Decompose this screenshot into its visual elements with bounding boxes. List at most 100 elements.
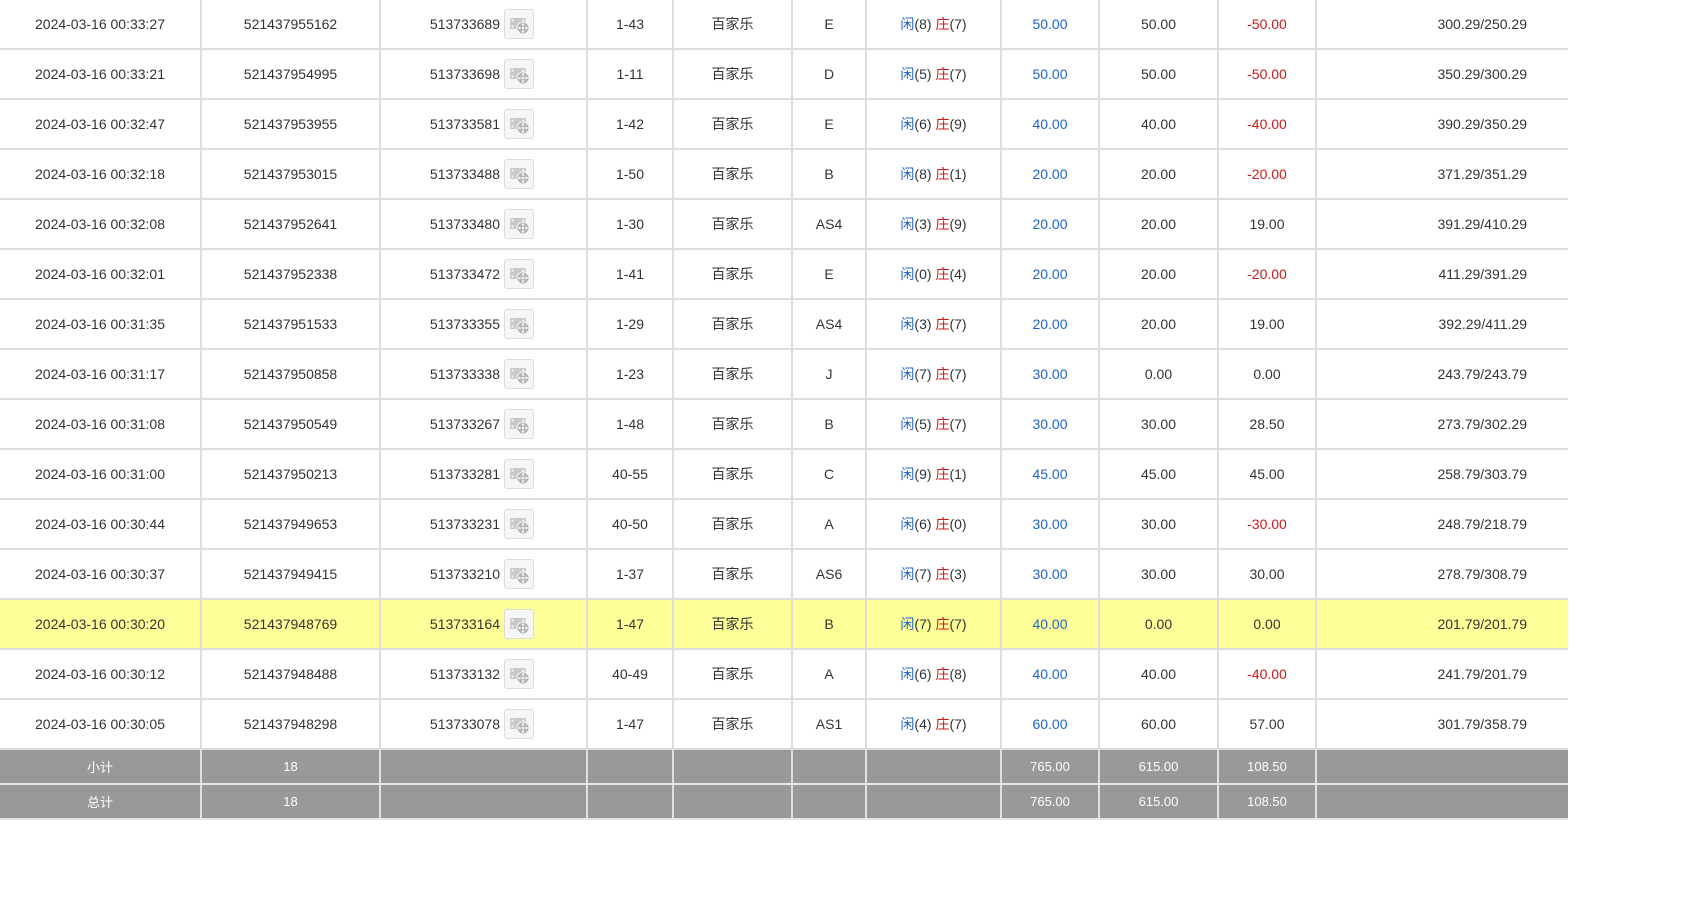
bet-time: 2024-03-16 00:31:00 bbox=[0, 449, 202, 500]
result-text: 闲(9) 庄(1) bbox=[900, 464, 966, 484]
film-reel-icon[interactable] bbox=[504, 359, 534, 389]
film-reel-icon[interactable] bbox=[504, 459, 534, 489]
film-reel-icon[interactable] bbox=[504, 209, 534, 239]
result-cell: 闲(8) 庄(7) bbox=[866, 0, 1002, 50]
bet-area: B bbox=[792, 399, 867, 450]
player-label: 闲 bbox=[900, 566, 915, 582]
player-score: (3) bbox=[914, 316, 932, 332]
film-reel-icon[interactable] bbox=[504, 409, 534, 439]
game-type: 百家乐 bbox=[673, 199, 793, 250]
film-reel-icon[interactable] bbox=[504, 159, 534, 189]
banker-label: 庄 bbox=[935, 116, 950, 132]
player-score: (8) bbox=[914, 166, 932, 182]
bet-amount: 20.00 bbox=[1001, 249, 1100, 300]
table-row: 2024-03-16 00:30:05 521437948298 5137330… bbox=[0, 699, 1568, 750]
subtotal-empty bbox=[792, 749, 867, 785]
player-score: (3) bbox=[914, 216, 932, 232]
subtotal-empty bbox=[673, 749, 793, 785]
bet-id: 521437949415 bbox=[201, 549, 381, 600]
banker-label: 庄 bbox=[935, 266, 950, 282]
film-reel-icon[interactable] bbox=[504, 9, 534, 39]
bet-area: A bbox=[792, 499, 867, 550]
banker-label: 庄 bbox=[935, 166, 950, 182]
valid-bet: 50.00 bbox=[1099, 49, 1219, 100]
balance: 301.79/358.79 bbox=[1316, 699, 1568, 750]
banker-label: 庄 bbox=[935, 516, 950, 532]
round-id: 513733355 bbox=[429, 316, 500, 332]
bet-area: D bbox=[792, 49, 867, 100]
table-number: 40-49 bbox=[587, 649, 674, 700]
banker-score: (9) bbox=[949, 116, 967, 132]
table-row: 2024-03-16 00:32:08 521437952641 5137334… bbox=[0, 199, 1568, 250]
round-cell: 513733164 bbox=[380, 599, 588, 650]
round-cell: 513733698 bbox=[380, 49, 588, 100]
balance: 391.29/410.29 bbox=[1316, 199, 1568, 250]
banker-label: 庄 bbox=[935, 566, 950, 582]
bet-time: 2024-03-16 00:32:01 bbox=[0, 249, 202, 300]
round-cell: 513733355 bbox=[380, 299, 588, 350]
bet-area: C bbox=[792, 449, 867, 500]
player-score: (0) bbox=[914, 266, 932, 282]
player-label: 闲 bbox=[900, 66, 915, 82]
film-reel-icon[interactable] bbox=[504, 109, 534, 139]
payout: 28.50 bbox=[1218, 399, 1317, 450]
valid-bet: 30.00 bbox=[1099, 399, 1219, 450]
round-id: 513733338 bbox=[429, 366, 500, 382]
film-reel-icon[interactable] bbox=[504, 609, 534, 639]
subtotal-label: 小计 bbox=[0, 749, 202, 785]
bet-area: AS6 bbox=[792, 549, 867, 600]
bet-id: 521437948769 bbox=[201, 599, 381, 650]
bet-id: 521437951533 bbox=[201, 299, 381, 350]
result-cell: 闲(3) 庄(7) bbox=[866, 299, 1002, 350]
total-bet-amount: 765.00 bbox=[1001, 784, 1100, 820]
table-row: 2024-03-16 00:32:01 521437952338 5137334… bbox=[0, 249, 1568, 300]
result-cell: 闲(7) 庄(3) bbox=[866, 549, 1002, 600]
banker-score: (1) bbox=[949, 166, 967, 182]
game-type: 百家乐 bbox=[673, 249, 793, 300]
bet-area: B bbox=[792, 149, 867, 200]
balance: 371.29/351.29 bbox=[1316, 149, 1568, 200]
bet-area: B bbox=[792, 599, 867, 650]
payout: -20.00 bbox=[1218, 249, 1317, 300]
round-id: 513733267 bbox=[429, 416, 500, 432]
table-row: 2024-03-16 00:30:44 521437949653 5137332… bbox=[0, 499, 1568, 550]
table-row: 2024-03-16 00:33:21 521437954995 5137336… bbox=[0, 49, 1568, 100]
film-reel-icon[interactable] bbox=[504, 509, 534, 539]
result-cell: 闲(7) 庄(7) bbox=[866, 599, 1002, 650]
result-text: 闲(5) 庄(7) bbox=[900, 414, 966, 434]
valid-bet: 30.00 bbox=[1099, 499, 1219, 550]
bet-id: 521437952338 bbox=[201, 249, 381, 300]
film-reel-icon[interactable] bbox=[504, 259, 534, 289]
subtotal-empty bbox=[587, 749, 674, 785]
table-number: 1-43 bbox=[587, 0, 674, 50]
film-reel-icon[interactable] bbox=[504, 309, 534, 339]
total-empty bbox=[792, 784, 867, 820]
total-payout: 108.50 bbox=[1218, 784, 1317, 820]
table-row: 2024-03-16 00:30:37 521437949415 5137332… bbox=[0, 549, 1568, 600]
game-type: 百家乐 bbox=[673, 299, 793, 350]
round-id: 513733480 bbox=[429, 216, 500, 232]
bet-area: A bbox=[792, 649, 867, 700]
player-score: (7) bbox=[914, 616, 932, 632]
table-number: 1-42 bbox=[587, 99, 674, 150]
player-label: 闲 bbox=[900, 616, 915, 632]
bet-time: 2024-03-16 00:30:12 bbox=[0, 649, 202, 700]
bet-records-table: 2024-03-16 00:33:27 521437955162 5137336… bbox=[0, 0, 1568, 820]
table-number: 1-48 bbox=[587, 399, 674, 450]
film-reel-icon[interactable] bbox=[504, 559, 534, 589]
valid-bet: 20.00 bbox=[1099, 249, 1219, 300]
player-label: 闲 bbox=[900, 516, 915, 532]
film-reel-icon[interactable] bbox=[504, 709, 534, 739]
bet-time: 2024-03-16 00:32:18 bbox=[0, 149, 202, 200]
table-number: 1-23 bbox=[587, 349, 674, 400]
payout: 30.00 bbox=[1218, 549, 1317, 600]
valid-bet: 20.00 bbox=[1099, 299, 1219, 350]
balance: 390.29/350.29 bbox=[1316, 99, 1568, 150]
balance: 258.79/303.79 bbox=[1316, 449, 1568, 500]
film-reel-icon[interactable] bbox=[504, 659, 534, 689]
bet-time: 2024-03-16 00:30:44 bbox=[0, 499, 202, 550]
banker-label: 庄 bbox=[935, 316, 950, 332]
game-type: 百家乐 bbox=[673, 599, 793, 650]
result-text: 闲(0) 庄(4) bbox=[900, 264, 966, 284]
film-reel-icon[interactable] bbox=[504, 59, 534, 89]
